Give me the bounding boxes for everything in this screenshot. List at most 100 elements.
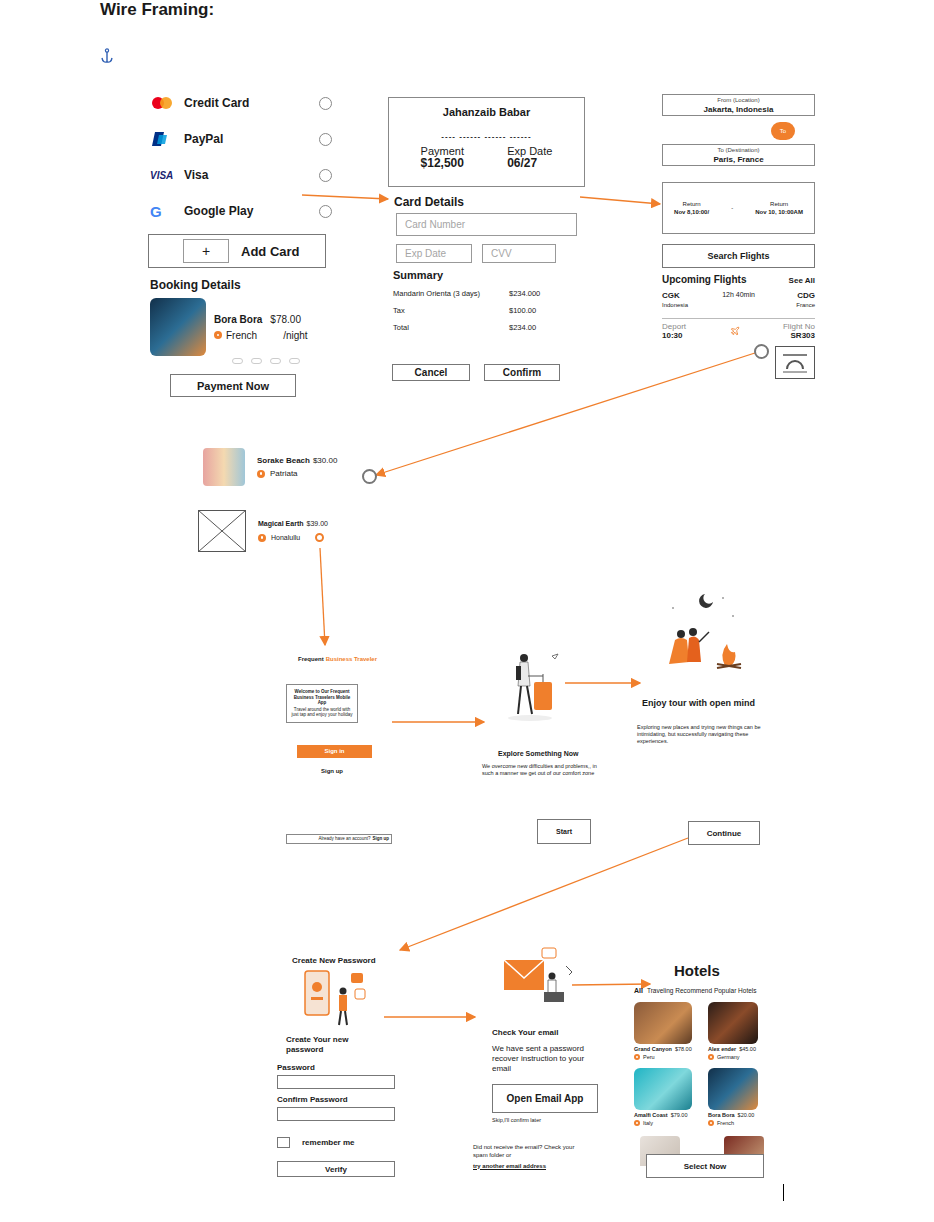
open-email-button[interactable]: Open Email App [492, 1084, 598, 1113]
welcome-title: Welcome to Our Frequent Business Travele… [290, 689, 354, 706]
hotel-price: $20.00 [738, 1112, 755, 1118]
hotel-card[interactable]: Alex ender$45.00Germany [708, 1002, 770, 1060]
exp-date-input[interactable]: Exp Date [396, 244, 472, 263]
email-illustration [494, 946, 576, 1010]
enjoy-title: Enjoy tour with open mind [642, 698, 769, 708]
place-price: $30.00 [313, 456, 337, 465]
place-price: $39.00 [307, 520, 328, 527]
flight-number: Flight NoSR303 [783, 322, 815, 340]
verify-button[interactable]: Verify [277, 1161, 395, 1177]
explore-screen: Explore Something NowWe overcome new dif… [482, 648, 606, 844]
payment-screen: Credit Card PayPal VISAVisa GGoogle Play + Ad… [150, 90, 332, 397]
cancel-button[interactable]: Cancel [392, 364, 470, 381]
flight-search-screen: From (Location)Jakarta, Indonesia To To (D… [662, 94, 815, 379]
method-name: Visa [184, 168, 319, 182]
upcoming-title: Upcoming Flights [662, 274, 746, 285]
card-number-input[interactable]: Card Number [396, 213, 577, 236]
hotels-title: Hotels [674, 962, 770, 979]
welcome-screen: FrequentBusiness TravelerWelcome to Our … [286, 656, 396, 844]
method-radio[interactable] [319, 205, 332, 218]
flow-arrow [392, 721, 484, 722]
google-logo-icon: G [150, 203, 162, 220]
payment-method[interactable]: VISAVisa [150, 162, 332, 188]
card-holder: Jahanzaib Babar [399, 106, 574, 118]
start-button[interactable]: Start [537, 819, 591, 844]
depart-time: Deport10:30 [662, 322, 686, 340]
card-number: ---- ------ ------ ------ [399, 132, 574, 141]
date-separator: - [731, 205, 733, 211]
flight-details: Deport10:30 Flight NoSR303 [662, 322, 815, 340]
hotel-card[interactable]: Bora Bora$20.00French [708, 1068, 770, 1126]
to-field[interactable]: To (Destination)Paris, France [662, 144, 815, 166]
method-name: Credit Card [184, 96, 319, 110]
password-input[interactable] [277, 1107, 395, 1121]
payment-method[interactable]: GGoogle Play [150, 198, 332, 224]
place-card[interactable]: Sorake Beach$30.00Patriata [203, 448, 337, 486]
place-photo [203, 448, 245, 486]
method-radio[interactable] [319, 169, 332, 182]
hotel-price: $45.00 [739, 1046, 756, 1052]
booking-name: Bora Bora [214, 314, 262, 325]
method-radio[interactable] [319, 133, 332, 146]
enjoy-text: Exploring new places and trying new thin… [637, 724, 769, 745]
place-card[interactable]: Magical Earth$39.00Honalullu [198, 510, 328, 552]
see-all-link[interactable]: See All [789, 276, 815, 285]
pager-dots [232, 358, 332, 364]
account-sign-up-link[interactable]: Sign up [373, 836, 390, 841]
from-field[interactable]: From (Location)Jakarta, Indonesia [662, 94, 815, 116]
summary-row: Mandarin Orienta (3 days)$234.000 [393, 289, 553, 298]
booking-location: French [226, 330, 257, 341]
mastercard-icon [150, 96, 176, 110]
remember-checkbox[interactable] [277, 1137, 290, 1148]
more-hotels: Select Now [634, 1136, 770, 1178]
create-password-heading: Create New Password [292, 956, 397, 965]
add-card-button[interactable]: + Add Card [148, 234, 326, 268]
paypal-icon [150, 131, 170, 147]
hotel-name: Amalfi Coast [634, 1112, 668, 1118]
place-name: Sorake Beach [257, 456, 310, 465]
payment-method[interactable]: Credit Card [150, 90, 332, 116]
booking-card[interactable]: Bora Bora$78.00French/night [150, 298, 332, 356]
hotel-photo [634, 1002, 692, 1044]
cvv-input[interactable]: CVV [482, 244, 556, 263]
flow-arrows [0, 0, 934, 1222]
plus-icon: + [183, 239, 229, 263]
card-details-screen: Jahanzaib Babar ---- ------ ------ ------… [388, 97, 585, 381]
add-card-label: Add Card [241, 244, 300, 259]
pager-dot [232, 358, 243, 364]
remember-me[interactable]: remember me [277, 1137, 397, 1148]
filter-all[interactable]: All [634, 987, 643, 994]
method-radio[interactable] [319, 97, 332, 110]
summary-row: Tax$100.00 [393, 306, 553, 315]
pin-icon [708, 1054, 714, 1060]
sign-up-link[interactable]: Sign up [321, 768, 396, 774]
flow-connector [754, 344, 769, 359]
summary-title: Summary [393, 269, 585, 281]
summary-list: Mandarin Orienta (3 days)$234.000 Tax$100… [393, 289, 553, 332]
hotel-location: Italy [643, 1120, 653, 1126]
hotel-card[interactable]: Amalfi Coast$79.00Italy [634, 1068, 696, 1126]
flow-arrow [376, 352, 758, 475]
hotel-card[interactable]: Grand Canyon$78.00Peru [634, 1002, 696, 1060]
booking-price: $78.00 [270, 314, 301, 325]
campfire-illustration [653, 588, 747, 680]
flow-arrow [572, 984, 650, 985]
skip-link[interactable]: Skip,I'll confirm later [492, 1117, 612, 1125]
field-label: Confirm Password [277, 1095, 397, 1104]
check-email-screen: Check Your emailWe have sent a password … [472, 946, 604, 1170]
try-another-email-link[interactable]: try another email address [473, 1162, 593, 1170]
date-field[interactable]: ReturnNov 8,10:00/-ReturnNov 10, 10:00AM [662, 182, 815, 234]
select-now-button[interactable]: Select Now [646, 1154, 764, 1178]
pin-icon [258, 534, 266, 542]
text-cursor [783, 1184, 784, 1201]
page-heading: Wire Framing: [100, 0, 934, 20]
continue-button[interactable]: Continue [688, 821, 760, 845]
method-name: PayPal [184, 132, 319, 146]
search-flights-button[interactable]: Search Flights [662, 244, 815, 268]
password-input[interactable] [277, 1075, 395, 1089]
sign-in-button[interactable]: Sign in [297, 745, 372, 758]
confirm-button[interactable]: Confirm [484, 364, 560, 381]
swap-button[interactable]: To [771, 122, 795, 140]
payment-now-button[interactable]: Payment Now [170, 374, 296, 397]
payment-method[interactable]: PayPal [150, 126, 332, 152]
